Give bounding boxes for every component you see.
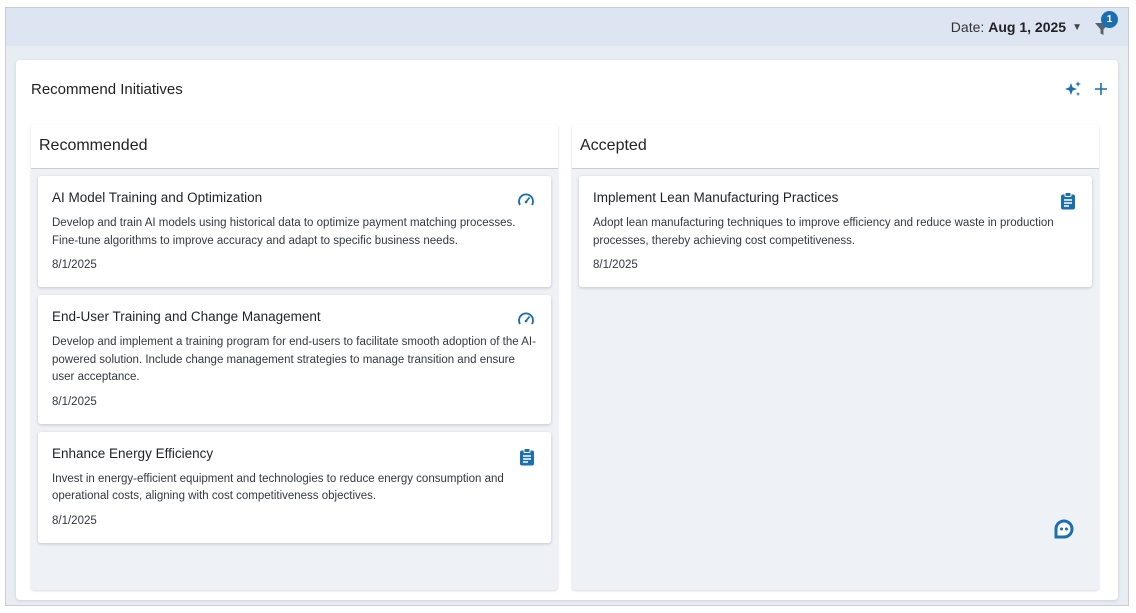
board-columns: Recommended AI Model Training and Optimi… <box>31 124 1113 600</box>
date-label: Date: <box>950 19 985 35</box>
initiative-card[interactable]: Implement Lean Manufacturing Practices A… <box>579 176 1092 287</box>
card-description: Adopt lean manufacturing techniques to i… <box>593 217 1054 247</box>
accepted-card-list: Implement Lean Manufacturing Practices A… <box>572 169 1099 287</box>
speedometer-icon <box>517 311 535 332</box>
initiative-card[interactable]: Enhance Energy Efficiency Invest in ener… <box>38 431 551 543</box>
add-initiative-button[interactable] <box>1094 82 1108 96</box>
initiative-card[interactable]: AI Model Training and Optimization Devel… <box>38 176 551 287</box>
filter-button[interactable]: 1 <box>1092 11 1118 38</box>
card-title: Implement Lean Manufacturing Practices <box>593 190 839 205</box>
card-description: Develop and implement a training program… <box>52 336 536 383</box>
recommended-column-title: Recommended <box>31 124 558 169</box>
panel-actions <box>1064 80 1108 98</box>
sparkle-icon <box>1065 81 1081 96</box>
card-date: 8/1/2025 <box>52 395 97 408</box>
card-date: 8/1/2025 <box>52 514 97 527</box>
recommended-column: Recommended AI Model Training and Optimi… <box>31 124 558 590</box>
caret-down-icon: ▼ <box>1072 21 1082 33</box>
panel-header: Recommend Initiatives <box>16 60 1118 118</box>
card-title: AI Model Training and Optimization <box>52 190 263 205</box>
card-description: Develop and train AI models using histor… <box>52 217 516 247</box>
chatbot-button[interactable] <box>1053 518 1075 540</box>
app-frame: Date: Aug 1, 2025 ▼ 1 Recommend Initiati… <box>5 7 1129 606</box>
top-bar: Date: Aug 1, 2025 ▼ 1 <box>6 8 1128 46</box>
plus-icon <box>1095 83 1107 95</box>
card-date: 8/1/2025 <box>52 259 97 271</box>
initiative-card[interactable]: End-User Training and Change Management … <box>38 295 551 424</box>
card-date: 8/1/2025 <box>593 259 638 271</box>
date-selector[interactable]: Date: Aug 1, 2025 ▼ <box>951 19 1082 35</box>
card-title: Enhance Energy Efficiency <box>52 445 214 461</box>
ai-generate-button[interactable] <box>1064 80 1082 98</box>
card-title: End-User Training and Change Management <box>52 309 321 324</box>
clipboard-icon <box>1060 192 1076 215</box>
recommended-card-list: AI Model Training and Optimization Devel… <box>31 169 558 543</box>
card-description: Invest in energy-efficient equipment and… <box>52 472 504 503</box>
accepted-column-title: Accepted <box>572 124 1099 169</box>
filter-count-badge: 1 <box>1101 11 1118 28</box>
speedometer-icon <box>517 192 535 213</box>
recommend-initiatives-panel: Recommend Initiatives Recommended AI Mod… <box>16 60 1118 600</box>
chatbot-icon <box>1054 519 1074 539</box>
clipboard-icon <box>519 447 535 471</box>
accepted-column: Accepted Implement Lean Manufacturing Pr… <box>572 124 1099 590</box>
panel-title: Recommend Initiatives <box>31 80 183 98</box>
date-value: Aug 1, 2025 <box>988 19 1067 35</box>
